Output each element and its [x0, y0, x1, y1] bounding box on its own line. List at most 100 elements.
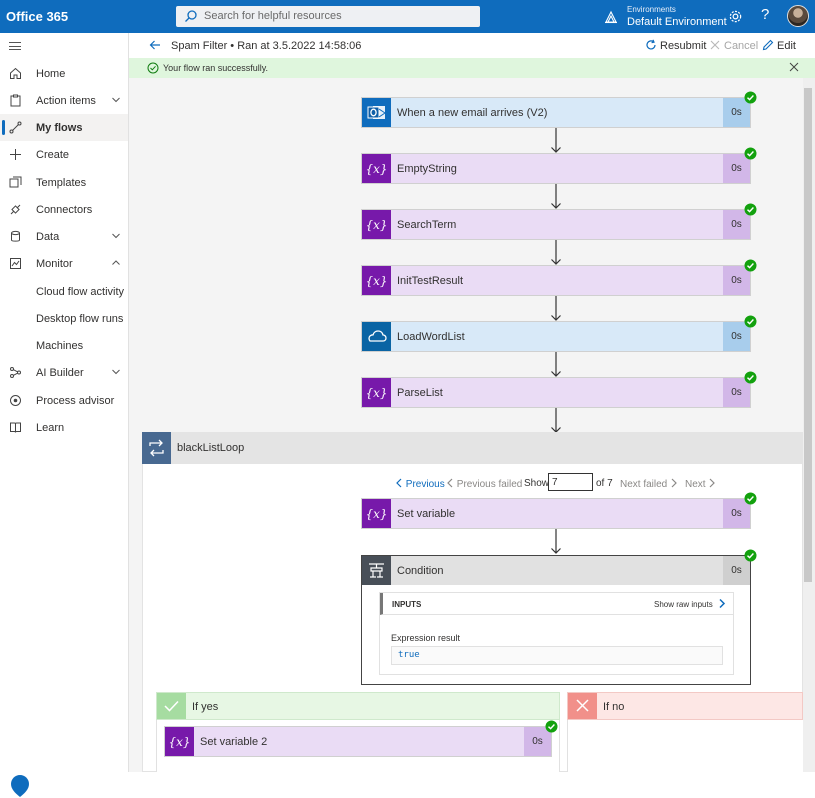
sidebar-item-data[interactable]: Data — [0, 223, 128, 250]
if-no-title: If no — [603, 701, 625, 713]
top-bar: Office 365 Search for helpful resources … — [0, 0, 815, 33]
environment-icon — [605, 10, 617, 24]
connector-arrow — [551, 184, 561, 209]
flow-step-emptystring[interactable]: {x} EmptyString 0s — [361, 147, 757, 184]
loop-header[interactable]: blackListLoop — [142, 432, 803, 464]
environment-label: Environments — [627, 5, 676, 14]
if-no-header[interactable]: If no — [567, 692, 803, 720]
check-circle-icon — [147, 62, 159, 74]
sidebar-item-label: Monitor — [36, 258, 73, 270]
environment-selector[interactable]: Default Environment — [627, 16, 727, 28]
sidebar-item-label: Machines — [36, 340, 84, 352]
sidebar-item-label: Learn — [36, 422, 65, 434]
iteration-total: of 7 — [596, 478, 613, 489]
sidebar-item-create[interactable]: Create — [0, 141, 128, 168]
connector-arrow — [551, 128, 561, 153]
condition-header[interactable]: Condition 0s — [362, 556, 750, 585]
flow-step-loadwordlist[interactable]: LoadWordList 0s — [361, 315, 757, 352]
chevron-right-icon[interactable] — [717, 598, 727, 609]
variable-icon: {x} — [362, 210, 391, 239]
search-box[interactable]: Search for helpful resources — [176, 6, 480, 27]
flow-step-set-variable[interactable]: {x} Set variable 0s — [361, 492, 757, 529]
close-icon — [568, 693, 597, 719]
chevron-up-icon[interactable] — [111, 258, 121, 268]
if-yes-title: If yes — [192, 701, 219, 713]
expression-result-value: true — [391, 646, 723, 665]
avatar[interactable] — [787, 5, 809, 27]
app-brand[interactable]: Office 365 — [6, 9, 68, 24]
connector-arrow — [551, 408, 561, 433]
home-icon — [10, 67, 21, 79]
sidebar-item-my-flows[interactable]: My flows — [0, 114, 128, 141]
sidebar-item-templates[interactable]: Templates — [0, 169, 128, 196]
chevron-left-icon — [396, 478, 402, 488]
sidebar-item-label: Process advisor — [36, 395, 115, 407]
scrollbar-thumb[interactable] — [804, 88, 812, 582]
sidebar-item-desktop-flow-runs[interactable]: Desktop flow runs — [0, 305, 128, 332]
sidebar-item-cloud-flow-activity[interactable]: Cloud flow activity — [0, 278, 128, 305]
help-icon[interactable]: ? — [761, 6, 769, 23]
show-raw-inputs-link[interactable]: Show raw inputs — [654, 600, 713, 609]
command-bar: Spam Filter • Ran at 3.5.2022 14:58:06 R… — [129, 33, 815, 57]
close-icon — [710, 40, 720, 50]
database-icon — [11, 230, 20, 242]
step-title: EmptyString — [397, 163, 457, 175]
ai-icon — [10, 367, 21, 378]
success-check-icon — [744, 91, 757, 104]
flow-step-parselist[interactable]: {x} ParseList 0s — [361, 371, 757, 408]
inputs-label: INPUTS — [392, 600, 422, 609]
flow-step-searchterm[interactable]: {x} SearchTerm 0s — [361, 203, 757, 240]
pencil-icon — [762, 39, 774, 51]
sidebar-item-home[interactable]: Home — [0, 60, 128, 87]
flow-step-inittestresult[interactable]: {x} InitTestResult 0s — [361, 259, 757, 296]
sidebar-item-machines[interactable]: Machines — [0, 332, 128, 359]
sidebar-item-action-items[interactable]: Action items — [0, 87, 128, 114]
back-arrow-icon[interactable] — [149, 39, 161, 51]
sidebar-item-ai-builder[interactable]: AI Builder — [0, 359, 128, 386]
chevron-down-icon[interactable] — [111, 95, 121, 105]
step-title: InitTestResult — [397, 275, 464, 287]
sidebar-item-label: Cloud flow activity — [36, 286, 125, 298]
sidebar-item-process-advisor[interactable]: Process advisor — [0, 387, 128, 414]
success-banner: Your flow ran successfully. — [129, 58, 815, 78]
inputs-panel: INPUTS Show raw inputs Expression result… — [379, 592, 734, 675]
svg-text:{x}: {x} — [365, 507, 387, 521]
sidebar-item-label: Templates — [36, 177, 87, 189]
close-icon[interactable] — [789, 62, 799, 72]
sidebar-item-monitor[interactable]: Monitor — [0, 250, 128, 277]
variable-icon: {x} — [362, 378, 391, 407]
flow-icon — [9, 121, 22, 134]
previous-button[interactable]: Previous — [395, 478, 445, 490]
sidebar-item-learn[interactable]: Learn — [0, 414, 128, 441]
iteration-input[interactable] — [548, 473, 593, 491]
step-title: Set variable — [397, 508, 456, 520]
flow-step-set-variable-2[interactable]: {x} Set variable 2 0s — [164, 720, 558, 757]
sidebar-item-label: Data — [36, 231, 60, 243]
chevron-down-icon[interactable] — [111, 231, 121, 241]
connector-arrow — [551, 240, 561, 265]
next-failed-button[interactable]: Next failed — [620, 478, 678, 490]
if-yes-header[interactable]: If yes — [156, 692, 560, 720]
plus-icon — [10, 149, 21, 160]
previous-failed-button[interactable]: Previous failed — [446, 478, 522, 490]
svg-text:{x}: {x} — [365, 218, 387, 232]
step-title: LoadWordList — [397, 331, 465, 343]
next-button[interactable]: Next — [685, 478, 716, 490]
condition-step[interactable]: Condition 0s INPUTS Show raw inputs Expr… — [361, 555, 751, 685]
chat-bubble-icon[interactable] — [10, 774, 30, 798]
success-message: Your flow ran successfully. — [163, 63, 269, 73]
variable-icon: {x} — [362, 266, 391, 295]
refresh-icon — [646, 39, 656, 50]
condition-icon — [362, 556, 391, 585]
chevron-down-icon[interactable] — [111, 367, 121, 377]
step-title: When a new email arrives (V2) — [397, 107, 548, 119]
sidebar-item-connectors[interactable]: Connectors — [0, 196, 128, 223]
hamburger-icon[interactable] — [9, 42, 21, 50]
gear-icon[interactable] — [728, 9, 743, 24]
success-check-icon — [744, 315, 757, 328]
templates-icon — [9, 176, 22, 188]
flow-step-trigger[interactable]: When a new email arrives (V2) 0s — [361, 91, 757, 128]
expression-result-label: Expression result — [391, 633, 461, 643]
variable-icon: {x} — [165, 727, 194, 756]
show-label: Show — [524, 478, 550, 489]
